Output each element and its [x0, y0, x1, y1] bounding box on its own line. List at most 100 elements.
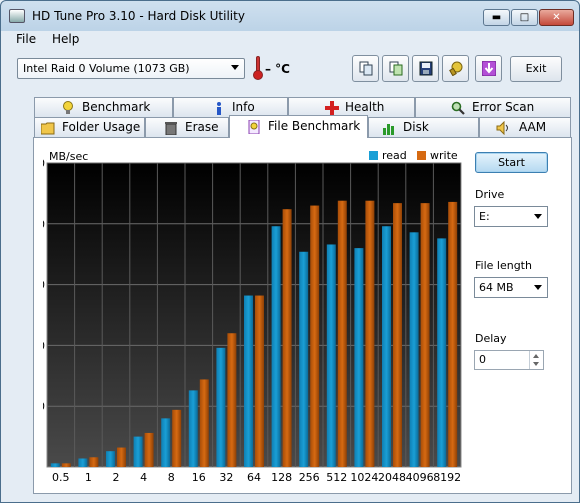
delay-value: 0 — [479, 353, 486, 366]
drive-combo[interactable]: E: — [474, 206, 548, 227]
magnifier-icon — [451, 101, 465, 115]
trash-can-icon — [165, 122, 177, 135]
delay-spinner[interactable]: 0 — [474, 350, 544, 370]
write-bar — [61, 463, 71, 467]
maximize-button[interactable]: □ — [511, 9, 538, 26]
y-tick-label: 250 — [43, 157, 45, 170]
tab-folder-usage-label: Folder Usage — [62, 120, 141, 134]
x-tick-label: 0.5 — [52, 471, 70, 484]
drive-select[interactable]: Intel Raid 0 Volume (1073 GB) — [17, 58, 245, 79]
tab-benchmark[interactable]: Benchmark — [34, 97, 173, 118]
tab-file-benchmark[interactable]: File Benchmark — [229, 115, 368, 138]
spin-up-icon[interactable] — [533, 354, 539, 358]
write-bar — [117, 447, 126, 467]
tab-erase[interactable]: Erase — [145, 117, 229, 138]
legend-read-swatch — [369, 151, 378, 160]
x-tick-label: 64 — [247, 471, 261, 484]
lightbulb-icon — [63, 101, 73, 114]
menu-bar: File Help — [1, 31, 579, 49]
tab-benchmark-label: Benchmark — [82, 100, 151, 114]
x-tick-label: 32 — [219, 471, 233, 484]
file-benchmark-icon — [248, 120, 260, 134]
folder-icon — [41, 122, 55, 135]
menu-file[interactable]: File — [16, 32, 36, 46]
tab-file-benchmark-label: File Benchmark — [268, 119, 361, 133]
read-bar — [188, 390, 198, 467]
read-bar — [78, 458, 88, 467]
copy-screenshot-button[interactable] — [382, 55, 409, 82]
close-button[interactable]: ✕ — [539, 9, 574, 26]
write-bar — [365, 200, 375, 468]
read-bar — [133, 436, 143, 467]
x-tick-label: 512 — [326, 471, 347, 484]
wrench-icon — [449, 61, 463, 76]
tab-aam[interactable]: AAM — [479, 117, 571, 138]
tab-erase-label: Erase — [185, 120, 219, 134]
app-icon — [9, 9, 25, 23]
file-length-value: 64 MB — [479, 281, 514, 294]
read-bar — [244, 295, 253, 467]
write-bar — [282, 209, 292, 467]
write-bar — [89, 457, 99, 467]
drive-label: Drive — [475, 188, 505, 201]
read-bar — [50, 463, 60, 467]
read-bar — [271, 226, 281, 467]
delay-label: Delay — [475, 332, 507, 345]
download-arrow-icon — [482, 61, 496, 76]
read-bar — [437, 238, 447, 467]
write-bar — [420, 203, 430, 467]
write-bar — [199, 379, 209, 467]
y-axis-title: MB/sec — [49, 150, 89, 163]
health-cross-icon — [325, 101, 339, 115]
spinner-buttons[interactable] — [529, 351, 543, 369]
tab-error-scan-label: Error Scan — [472, 100, 535, 114]
bar-chart-icon — [383, 124, 394, 135]
y-tick-label: 100 — [43, 339, 45, 352]
spin-down-icon[interactable] — [533, 362, 539, 366]
read-bar — [216, 347, 226, 467]
read-bar — [299, 251, 309, 467]
exit-button[interactable]: Exit — [510, 56, 562, 82]
legend-read: read — [369, 149, 407, 162]
write-bar — [310, 205, 320, 467]
x-tick-label: 16 — [192, 471, 206, 484]
dropdown-arrow-icon — [534, 285, 542, 290]
x-tick-label: 2048 — [378, 471, 406, 484]
tab-error-scan[interactable]: Error Scan — [415, 97, 571, 118]
speaker-icon — [496, 121, 508, 135]
x-tick-label: 8 — [168, 471, 175, 484]
read-bar — [354, 248, 364, 467]
dropdown-arrow-icon — [534, 214, 542, 219]
x-tick-label: 4096 — [406, 471, 434, 484]
write-bar — [337, 200, 347, 468]
write-bar — [393, 203, 402, 467]
write-bar — [448, 201, 458, 468]
legend-read-label: read — [382, 149, 407, 162]
x-tick-label: 1024 — [350, 471, 378, 484]
read-bar — [161, 418, 171, 467]
copy-text-button[interactable] — [352, 55, 379, 82]
temperature-readout: – °C — [265, 62, 290, 76]
tab-folder-usage[interactable]: Folder Usage — [34, 117, 145, 138]
y-tick-label: 150 — [43, 279, 45, 292]
file-length-label: File length — [475, 259, 532, 272]
save-button[interactable] — [412, 55, 439, 82]
menu-help[interactable]: Help — [52, 32, 79, 46]
minimize-button[interactable]: ▬ — [483, 9, 510, 26]
write-bar — [255, 295, 264, 467]
x-tick-label: 1 — [85, 471, 92, 484]
options-button[interactable] — [442, 55, 469, 82]
file-length-combo[interactable]: 64 MB — [474, 277, 548, 298]
floppy-disk-icon — [419, 61, 433, 76]
start-button[interactable]: Start — [475, 152, 548, 173]
legend-write-label: write — [430, 149, 458, 162]
drive-select-value: Intel Raid 0 Volume (1073 GB) — [23, 62, 190, 75]
read-bar — [409, 232, 419, 467]
download-button[interactable] — [475, 55, 502, 82]
write-bar — [227, 333, 237, 467]
write-bar — [144, 432, 154, 467]
read-bar — [106, 451, 115, 467]
tab-disk-monitor[interactable]: Disk monitor — [368, 117, 479, 153]
x-tick-label: 128 — [271, 471, 292, 484]
legend-write-swatch — [417, 151, 426, 160]
